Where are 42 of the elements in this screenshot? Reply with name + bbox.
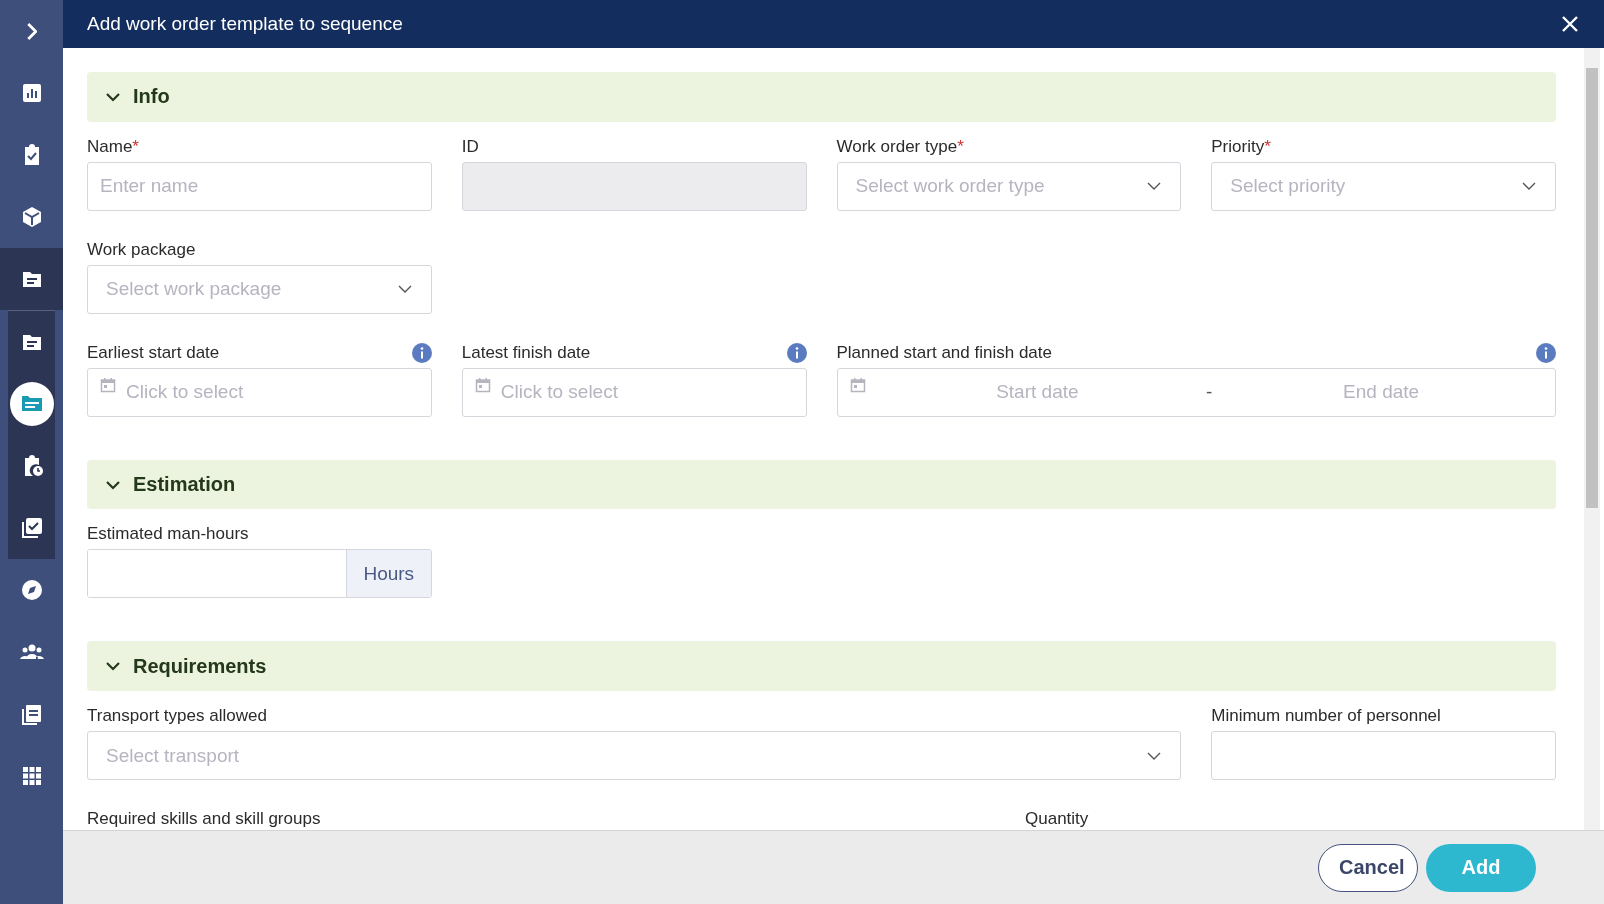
- info-icon[interactable]: [1536, 342, 1556, 363]
- cancel-button[interactable]: Cancel: [1318, 843, 1418, 892]
- field-label: Earliest start date: [87, 342, 220, 363]
- text-input[interactable]: [1211, 731, 1556, 780]
- field-label: Minimum number of personnel: [1211, 706, 1441, 726]
- select-dropdown[interactable]: Select work order type: [836, 161, 1182, 211]
- info-icon[interactable]: [786, 342, 807, 363]
- section-header[interactable]: Requirements: [87, 641, 1556, 691]
- calendar-icon: [474, 376, 491, 393]
- field-label: ID: [461, 136, 479, 157]
- field-label: Estimated man-hours: [87, 524, 249, 545]
- add-button[interactable]: Add: [1426, 843, 1536, 892]
- field-label: Latest finish date: [461, 342, 591, 363]
- field-label: Transport types allowed: [87, 706, 267, 726]
- info-icon[interactable]: [411, 342, 432, 363]
- date-range-picker[interactable]: Start date - End date: [836, 367, 1556, 417]
- select-dropdown[interactable]: Select transport: [87, 731, 1182, 780]
- field-label: Work order type*: [836, 136, 964, 157]
- section-header[interactable]: Info: [87, 72, 1556, 122]
- field-label: Quantity: [1025, 809, 1089, 829]
- document-stack-icon: [19, 702, 44, 726]
- dialog-title: Add work order template to sequence: [87, 13, 403, 35]
- checklist-icon: [19, 516, 44, 540]
- scrollbar[interactable]: [1584, 48, 1600, 830]
- date-picker[interactable]: Click to select: [87, 367, 432, 417]
- text-input[interactable]: Enter name: [87, 161, 432, 211]
- calendar-icon: [849, 376, 866, 393]
- field-label: Priority*: [1211, 136, 1271, 157]
- field-label: Name*: [87, 136, 139, 157]
- select-dropdown[interactable]: Select priority: [1211, 161, 1556, 211]
- select-dropdown[interactable]: Select work package: [87, 264, 432, 314]
- field-label: Work package: [87, 239, 196, 260]
- hours-input[interactable]: Hours: [87, 549, 432, 599]
- compass-icon: [19, 578, 44, 602]
- date-picker[interactable]: Click to select: [461, 367, 807, 417]
- close-icon[interactable]: [1560, 14, 1580, 34]
- field-label: Required skills and skill groups: [87, 809, 321, 829]
- sidebar-item[interactable]: [9, 382, 54, 426]
- field-label: Planned start and finish date: [836, 342, 1052, 363]
- chevron-right-icon: [26, 22, 37, 40]
- section-header[interactable]: Estimation: [87, 459, 1556, 510]
- calendar-icon: [100, 376, 116, 393]
